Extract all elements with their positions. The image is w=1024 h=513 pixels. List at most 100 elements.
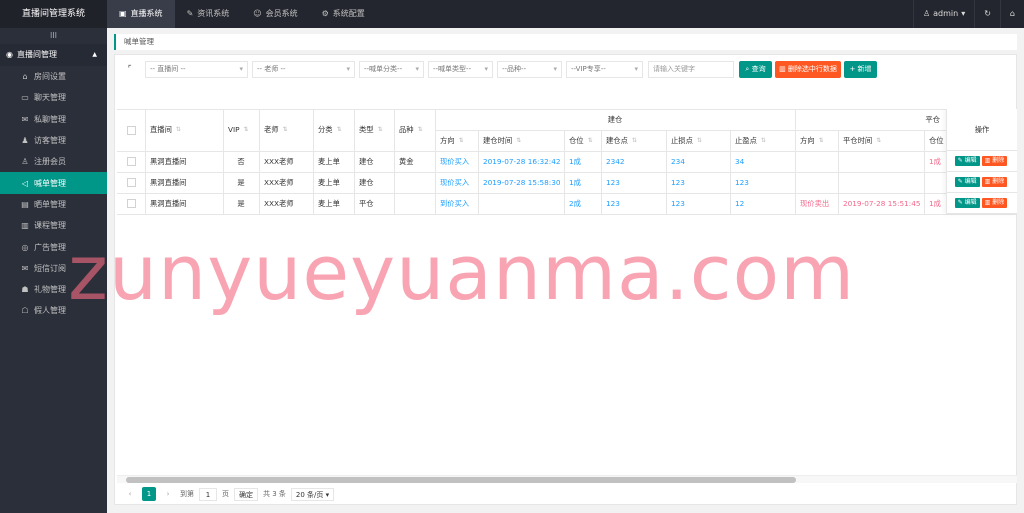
type-select[interactable]: --喊单类型-- ▾ [428, 61, 493, 78]
sidebar-item-private-chat[interactable]: ✉ 私聊管理 [0, 109, 107, 130]
prev-page-button[interactable]: ‹ [123, 487, 137, 501]
sort-icon[interactable]: ⇅ [378, 127, 383, 133]
teacher-select[interactable]: -- 老师 -- ▾ [252, 61, 355, 78]
horizontal-scrollbar[interactable] [117, 475, 1017, 483]
sort-icon[interactable]: ⇅ [761, 137, 766, 144]
top-right-tools: ♙ admin ▾ ↻ ⌂ [912, 0, 1024, 28]
sort-icon[interactable]: ⇅ [588, 137, 593, 144]
sidebar-item-gifts[interactable]: ☗ 礼物管理 [0, 279, 107, 300]
cell-open-point: 123 [606, 198, 620, 208]
goto-confirm-button[interactable]: 确定 [234, 487, 258, 501]
row-checkbox[interactable] [126, 178, 136, 187]
home-button[interactable]: ⌂ [999, 0, 1024, 28]
scrollbar-thumb[interactable] [126, 477, 796, 483]
sidebar-item-ads[interactable]: ◎ 广告管理 [0, 236, 107, 257]
category-select[interactable]: --喊单分类-- ▾ [359, 61, 424, 78]
col-type[interactable]: 类型 ⇅ [354, 109, 394, 151]
cell-stop-loss: 234 [671, 156, 685, 166]
page-size-select[interactable]: 20 条/页 ▾ [290, 487, 335, 501]
delete-button[interactable]: ▥ 删除 [981, 177, 1008, 187]
tab-live-system[interactable]: ▣ 直播系统 [107, 0, 175, 28]
cell-teacher: XXX老师 [264, 198, 294, 208]
cell-teacher: XXX老师 [264, 156, 294, 166]
sort-icon[interactable]: ⇅ [244, 127, 249, 133]
list-icon: ▤ [21, 199, 29, 209]
edit-button[interactable]: ✎ 编辑 [954, 198, 980, 208]
cell-category: 麦上单 [318, 177, 340, 187]
sort-icon[interactable]: ⇅ [176, 127, 181, 133]
sort-icon[interactable]: ⇅ [819, 137, 824, 144]
keyword-input[interactable]: 请输入关键字 [648, 61, 734, 78]
vip-select[interactable]: --VIP专享-- ▾ [566, 61, 643, 78]
col-vip[interactable]: VIP ⇅ [223, 109, 259, 151]
cell-close-time: 2019-07-28 15:51:45 [843, 198, 921, 208]
row-checkbox-cell[interactable] [117, 193, 145, 214]
delete-button[interactable]: ▥ 删除 [981, 198, 1008, 208]
sort-icon[interactable]: ⇅ [283, 127, 288, 133]
select-all-checkbox-cell[interactable] [117, 109, 145, 151]
variety-select[interactable]: --品种-- ▾ [497, 61, 562, 78]
sidebar-group-live-room[interactable]: ◉ 直播间管理 ▲ [0, 44, 107, 66]
sidebar-item-members[interactable]: ♙ 注册会员 [0, 151, 107, 172]
delete-selected-button[interactable]: ▥ 删除选中行数据 [775, 61, 841, 78]
sort-icon[interactable]: ⇅ [418, 127, 423, 133]
col-open-point[interactable]: 建仓点 ⇅ [601, 130, 666, 151]
sidebar-item-chat[interactable]: ▭ 聊天管理 [0, 87, 107, 108]
sort-icon[interactable]: ⇅ [337, 127, 342, 133]
sidebar-toggle[interactable]: III [0, 28, 107, 44]
col-teacher[interactable]: 老师 ⇅ [259, 109, 313, 151]
refresh-icon: ↻ [984, 9, 991, 18]
sidebar-item-call-orders[interactable]: ◁ 喊单管理 [0, 172, 107, 194]
user-menu[interactable]: ♙ admin ▾ [912, 0, 974, 28]
cell-position: 1成 [569, 177, 581, 187]
book-icon: ▥ [21, 221, 29, 231]
col-position[interactable]: 仓位 ⇅ [564, 130, 601, 151]
edit-button[interactable]: ✎ 编辑 [954, 156, 980, 166]
sidebar-item-visitors[interactable]: ♟ 访客管理 [0, 130, 107, 151]
search-button[interactable]: ⌕ 查询 [739, 61, 772, 78]
tab-news-system[interactable]: ✎ 资讯系统 [175, 0, 242, 28]
sidebar-item-bots[interactable]: ☖ 假人管理 [0, 300, 107, 321]
col-close-time[interactable]: 平仓时间 ⇅ [838, 130, 924, 151]
sort-icon[interactable]: ⇅ [697, 137, 702, 144]
row-checkbox[interactable] [126, 157, 136, 166]
col-room[interactable]: 直播间 ⇅ [145, 109, 223, 151]
col-variety[interactable]: 品种 ⇅ [394, 109, 435, 151]
col-category[interactable]: 分类 ⇅ [313, 109, 354, 151]
row-checkbox-cell[interactable] [117, 172, 145, 193]
col-open-time[interactable]: 建仓时间 ⇅ [478, 130, 564, 151]
sort-icon[interactable]: ⇅ [632, 137, 637, 144]
tab-system-config[interactable]: ⚙ 系统配置 [310, 0, 377, 28]
goto-label: 到第 [180, 490, 194, 498]
add-button[interactable]: + 新增 [844, 61, 877, 78]
select-all-checkbox[interactable] [126, 125, 136, 135]
col-close-direction[interactable]: 方向 ⇅ [795, 130, 838, 151]
col-direction[interactable]: 方向 ⇅ [435, 130, 478, 151]
chat-icon: ▭ [21, 93, 29, 103]
refresh-button[interactable]: ↻ [974, 0, 1000, 28]
sort-icon[interactable]: ⇅ [459, 137, 464, 144]
goto-page-input[interactable]: 1 [199, 487, 217, 501]
robot-icon: ☖ [21, 306, 29, 316]
sidebar-item-show-orders[interactable]: ▤ 晒单管理 [0, 194, 107, 215]
cell-vip: 否 [237, 156, 245, 166]
page-1-button[interactable]: 1 [142, 487, 156, 501]
room-select[interactable]: -- 直播间 -- ▾ [145, 61, 248, 78]
edit-button[interactable]: ✎ 编辑 [954, 177, 980, 187]
sidebar-item-courses[interactable]: ▥ 课程管理 [0, 215, 107, 236]
row-checkbox-cell[interactable] [117, 151, 145, 172]
delete-button[interactable]: ▥ 删除 [981, 156, 1008, 166]
sidebar-item-sms[interactable]: ✉ 短信订阅 [0, 258, 107, 279]
next-page-button[interactable]: › [161, 487, 175, 501]
col-take-profit[interactable]: 止盈点 ⇅ [730, 130, 795, 151]
sort-icon[interactable]: ⇅ [876, 137, 881, 144]
tab-member-system[interactable]: ☺ 会员系统 [241, 0, 309, 28]
col-stop-loss[interactable]: 止损点 ⇅ [666, 130, 730, 151]
sidebar-item-room-settings[interactable]: ⌂ 房间设置 [0, 66, 107, 87]
sort-icon[interactable]: ⇅ [516, 137, 521, 144]
home-icon: ⌂ [22, 72, 28, 82]
row-actions: ✎ 编辑 ▥ 删除 [947, 151, 1017, 172]
app-title: 直播间管理系统 [0, 0, 107, 28]
cell-position: 1成 [569, 156, 581, 166]
row-checkbox[interactable] [126, 199, 136, 208]
